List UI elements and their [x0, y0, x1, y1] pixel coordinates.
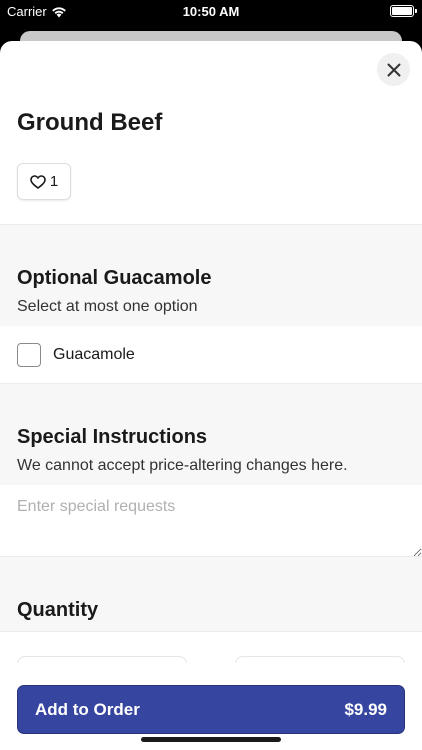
like-count: 1	[49, 173, 59, 190]
order-price: $9.99	[344, 699, 387, 719]
close-icon	[387, 63, 400, 76]
status-time: 10:50 AM	[182, 4, 240, 19]
status-bar: Carrier 10:50 AM	[0, 0, 422, 22]
battery-icon	[390, 5, 417, 17]
add-to-order-label: Add to Order	[35, 699, 140, 719]
quantity-heading: Quantity	[17, 599, 99, 621]
close-button[interactable]	[377, 53, 410, 86]
add-to-order-button[interactable]: Add to Order $9.99	[17, 685, 405, 734]
item-sheet: Ground Beef 1 Optional Guacamole Select …	[0, 41, 422, 750]
item-title: Ground Beef	[17, 109, 163, 136]
option-group-header: Optional Guacamole Select at most one op…	[0, 224, 422, 327]
special-requests-input[interactable]	[0, 485, 422, 557]
option-label: Guacamole	[53, 346, 135, 363]
instructions-heading: Special Instructions	[17, 426, 208, 448]
quantity-header: Quantity	[0, 556, 422, 632]
instructions-subheading: We cannot accept price-altering changes …	[17, 457, 348, 474]
like-button[interactable]: 1	[17, 163, 71, 200]
option-group-heading: Optional Guacamole	[17, 267, 212, 289]
option-row-guacamole[interactable]: Guacamole	[0, 326, 422, 384]
home-indicator	[141, 737, 281, 742]
option-group-subheading: Select at most one option	[17, 298, 198, 315]
instructions-header: Special Instructions We cannot accept pr…	[0, 383, 422, 486]
heart-icon	[30, 174, 46, 189]
guacamole-checkbox[interactable]	[17, 343, 41, 367]
